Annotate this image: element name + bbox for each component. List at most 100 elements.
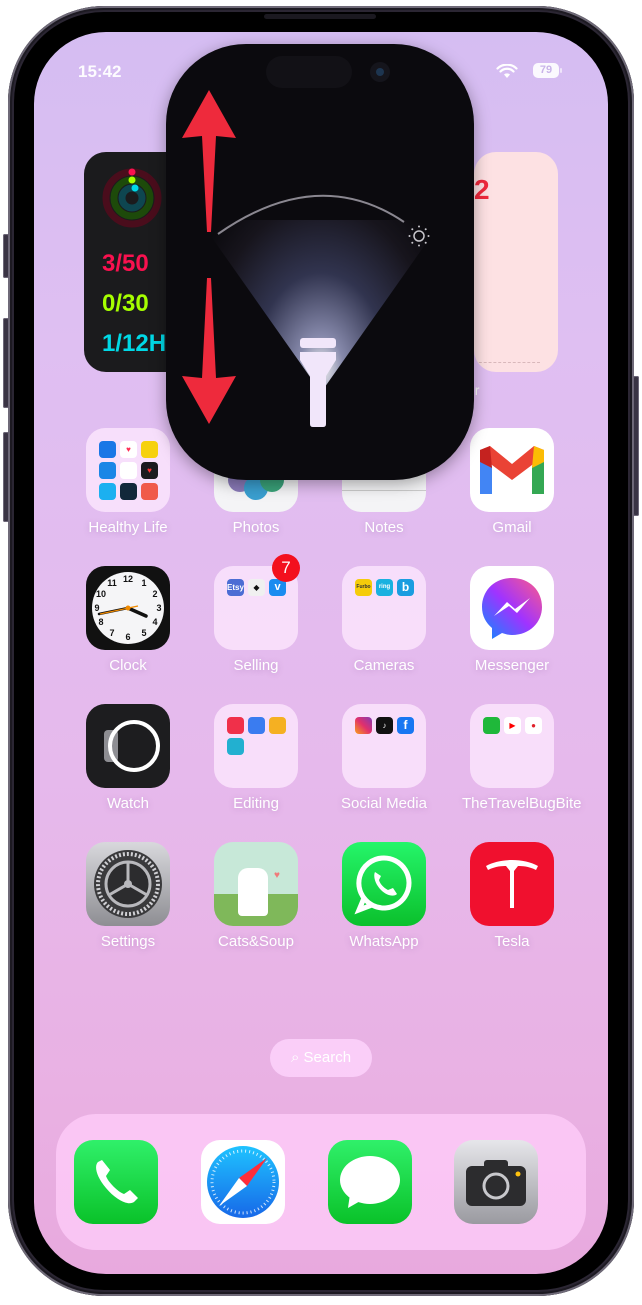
app-clock[interactable]: 12 1 2 3 45 6 7 8 9 10 11 Clock xyxy=(78,566,178,674)
mini-app-icon: ● xyxy=(525,717,542,734)
svg-text:1: 1 xyxy=(141,578,146,588)
app-settings[interactable]: Settings xyxy=(78,842,178,950)
svg-text:9: 9 xyxy=(94,603,99,613)
app-tesla[interactable]: Tesla xyxy=(462,842,562,950)
app-whatsapp[interactable]: WhatsApp xyxy=(334,842,434,950)
dock-app-safari[interactable] xyxy=(193,1140,293,1224)
dock-app-messages[interactable] xyxy=(320,1140,420,1224)
mini-app-icon xyxy=(227,738,244,755)
messenger-icon xyxy=(470,566,554,650)
mini-app-icon xyxy=(483,717,500,734)
wifi-icon xyxy=(496,64,518,78)
mini-etsy-icon: Etsy xyxy=(227,579,244,596)
mini-app-icon xyxy=(99,483,116,500)
folder-healthy-life[interactable]: ♥ ♥ Healthy Life xyxy=(78,428,178,536)
mini-instagram-icon xyxy=(355,717,372,734)
app-label: Notes xyxy=(364,519,404,536)
app-label: Healthy Life xyxy=(88,519,168,536)
app-label: Photos xyxy=(232,519,280,536)
folder-thetravelbugbite[interactable]: ▶ ● TheTravelBugBite xyxy=(462,704,582,812)
svg-text:5: 5 xyxy=(141,628,146,638)
mini-app-icon xyxy=(141,441,158,458)
app-label: TheTravelBugBite xyxy=(462,795,582,812)
folder-social-media[interactable]: ♪ f Social Media xyxy=(334,704,434,812)
clock-icon: 12 1 2 3 45 6 7 8 9 10 11 xyxy=(86,566,170,650)
app-messenger[interactable]: Messenger xyxy=(462,566,562,674)
settings-gear-icon xyxy=(86,842,170,926)
flashlight-icon[interactable] xyxy=(298,334,338,428)
calendar-widget[interactable]: 2 xyxy=(474,152,558,372)
cats-and-soup-icon: ♥ xyxy=(214,842,298,926)
svg-text:12: 12 xyxy=(123,574,133,584)
camera-icon xyxy=(454,1140,538,1224)
folder-icon: ♥ ♥ xyxy=(86,428,170,512)
phone-icon xyxy=(74,1140,158,1224)
app-label: Cats&Soup xyxy=(218,933,294,950)
mini-youtube-icon: ▶ xyxy=(504,717,521,734)
svg-text:10: 10 xyxy=(96,589,106,599)
mini-app-icon xyxy=(120,462,137,479)
svg-text:3: 3 xyxy=(156,603,161,613)
mini-app-icon: ♥ xyxy=(141,462,158,479)
mini-tiktok-icon: ♪ xyxy=(376,717,393,734)
whatsapp-icon xyxy=(342,842,426,926)
mini-app-icon xyxy=(141,483,158,500)
search-label: Search xyxy=(303,1049,352,1066)
svg-text:7: 7 xyxy=(109,628,114,638)
notification-badge: 7 xyxy=(272,554,300,582)
mini-canva-icon xyxy=(248,717,265,734)
fitness-stand: 1/12H xyxy=(102,330,167,357)
mini-ring-icon: ring xyxy=(376,579,393,596)
dock-app-camera[interactable] xyxy=(446,1140,546,1224)
app-label: Social Media xyxy=(341,795,427,812)
app-label: Tesla xyxy=(494,933,530,950)
svg-text:2: 2 xyxy=(152,589,157,599)
app-label: Watch xyxy=(107,795,149,812)
app-label: Selling xyxy=(233,657,279,674)
calendar-divider xyxy=(474,362,540,363)
folder-cameras[interactable]: Furbo ring b Cameras xyxy=(334,566,434,674)
app-label: WhatsApp xyxy=(349,933,419,950)
volume-up-button xyxy=(3,318,9,408)
svg-text:11: 11 xyxy=(107,578,117,588)
search-button[interactable]: ⌕ Search xyxy=(270,1039,372,1077)
safari-compass-icon xyxy=(201,1140,285,1224)
action-button xyxy=(3,234,9,278)
mini-app-icon xyxy=(99,441,116,458)
dock-app-phone[interactable] xyxy=(66,1140,166,1224)
mini-app-icon xyxy=(227,717,244,734)
folder-selling[interactable]: Etsy ◆ v 7 Selling xyxy=(206,554,306,674)
folder-icon xyxy=(214,704,298,788)
app-cats-and-soup[interactable]: ♥ Cats&Soup xyxy=(206,842,306,950)
app-label: Messenger xyxy=(474,657,550,674)
fitness-exercise: 0/30 xyxy=(102,290,149,317)
folder-icon: Furbo ring b xyxy=(342,566,426,650)
mini-health-icon: ♥ xyxy=(120,441,137,458)
app-label: Cameras xyxy=(353,657,415,674)
messages-bubble-icon xyxy=(328,1140,412,1224)
svg-text:4: 4 xyxy=(152,617,157,627)
search-icon: ⌕ xyxy=(290,1049,300,1066)
power-button xyxy=(633,376,639,516)
mini-app-icon xyxy=(120,483,137,500)
svg-text:8: 8 xyxy=(98,617,103,627)
swipe-up-down-arrow-icon xyxy=(182,90,236,424)
mini-app-icon xyxy=(99,462,116,479)
svg-text:6: 6 xyxy=(125,632,130,642)
mini-shop-icon: ◆ xyxy=(248,579,265,596)
activity-rings-icon xyxy=(102,168,162,228)
folder-icon: Etsy ◆ v 7 xyxy=(214,554,300,650)
mini-blink-icon: b xyxy=(397,579,414,596)
fitness-move: 3/50 xyxy=(102,250,149,277)
tesla-icon xyxy=(470,842,554,926)
status-time: 15:42 xyxy=(78,62,122,81)
volume-down-button xyxy=(3,432,9,522)
mini-app-icon xyxy=(269,717,286,734)
app-watch[interactable]: Watch xyxy=(78,704,178,812)
calendar-number: 2 xyxy=(474,174,490,205)
folder-icon: ♪ f xyxy=(342,704,426,788)
gmail-icon xyxy=(470,428,554,512)
folder-editing[interactable]: Editing xyxy=(206,704,306,812)
app-gmail[interactable]: Gmail xyxy=(462,428,562,536)
mini-facebook-icon: f xyxy=(397,717,414,734)
